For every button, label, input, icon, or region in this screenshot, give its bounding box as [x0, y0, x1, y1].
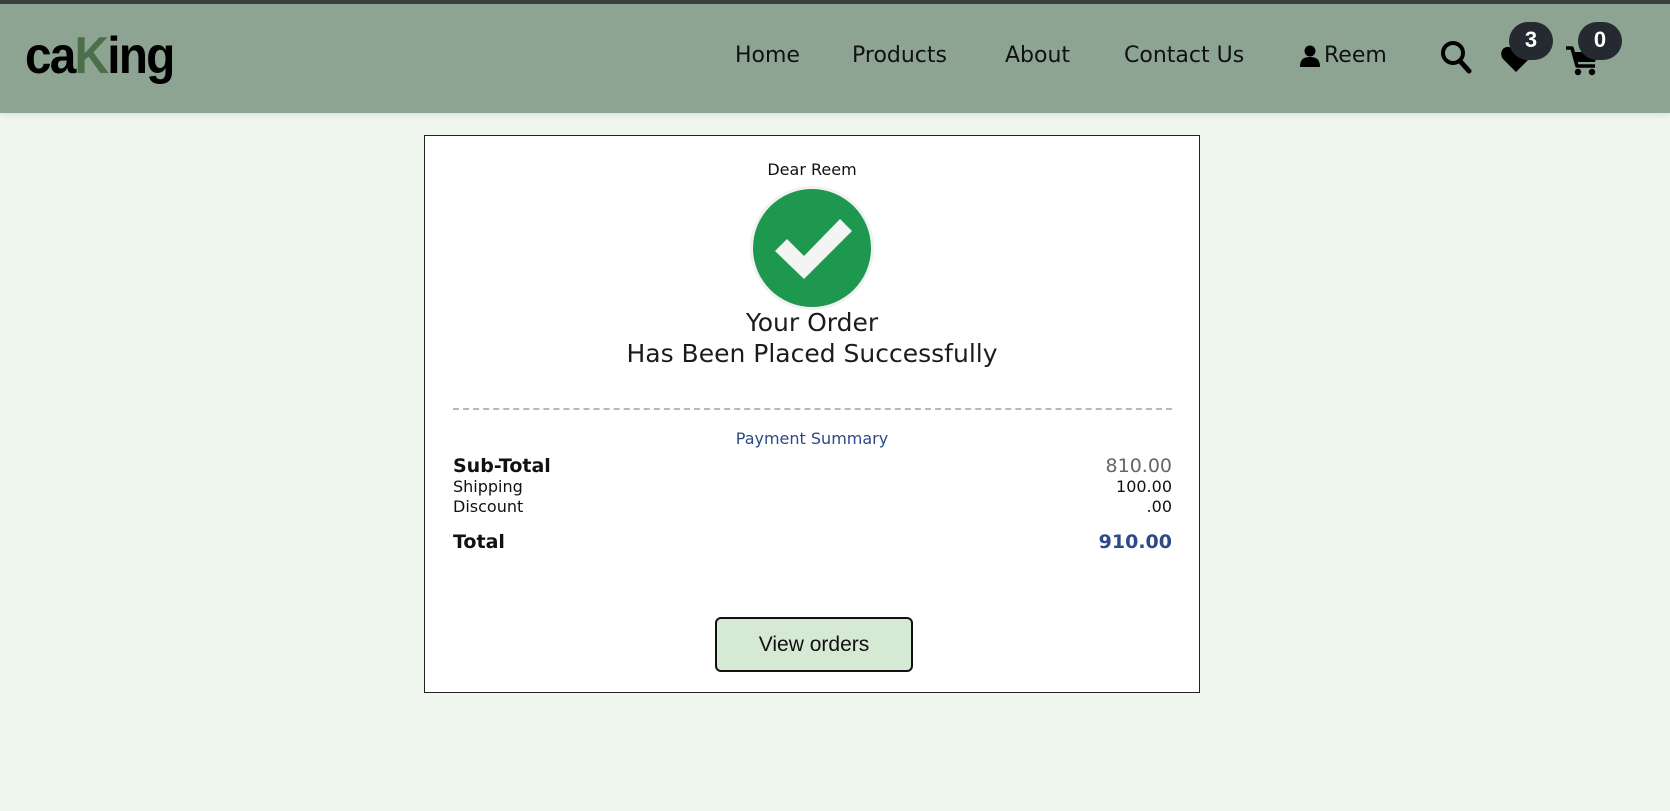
success-check-icon [753, 189, 871, 307]
total-value: 910.00 [1098, 531, 1172, 553]
nav-user-account[interactable]: Reem [1300, 42, 1387, 70]
cart-count-badge: 0 [1578, 22, 1622, 60]
payment-summary-title: Payment Summary [735, 429, 889, 448]
shipping-label: Shipping [453, 477, 523, 496]
confirmation-title-line2: Has Been Placed Successfully [626, 339, 998, 368]
view-orders-button[interactable]: View orders [715, 617, 913, 672]
wishlist-count-badge: 3 [1509, 22, 1553, 60]
discount-label: Discount [453, 497, 524, 516]
order-confirmation-card: Dear Reem Your Order Has Been Placed Suc… [424, 135, 1200, 693]
confirmation-title-line1: Your Order [745, 308, 879, 337]
nav-products[interactable]: Products [852, 42, 947, 70]
user-name: Reem [1324, 43, 1387, 68]
discount-value: .00 [1146, 497, 1172, 516]
site-header: caKing Home Products About Contact Us Re… [0, 4, 1670, 113]
brand-logo[interactable]: caKing [25, 30, 175, 82]
total-label: Total [453, 531, 505, 553]
subtotal-label: Sub-Total [453, 455, 551, 477]
search-icon [1441, 41, 1472, 74]
checkmark-icon [775, 219, 852, 279]
greeting: Dear Reem [767, 160, 857, 179]
shipping-value: 100.00 [1116, 477, 1172, 496]
nav-contact-us[interactable]: Contact Us [1124, 42, 1244, 70]
nav-about[interactable]: About [1005, 42, 1070, 70]
dashed-divider [453, 408, 1172, 410]
subtotal-value: 810.00 [1105, 455, 1172, 477]
search-button[interactable] [1440, 40, 1472, 74]
user-icon [1300, 45, 1320, 67]
nav-home[interactable]: Home [735, 42, 800, 70]
